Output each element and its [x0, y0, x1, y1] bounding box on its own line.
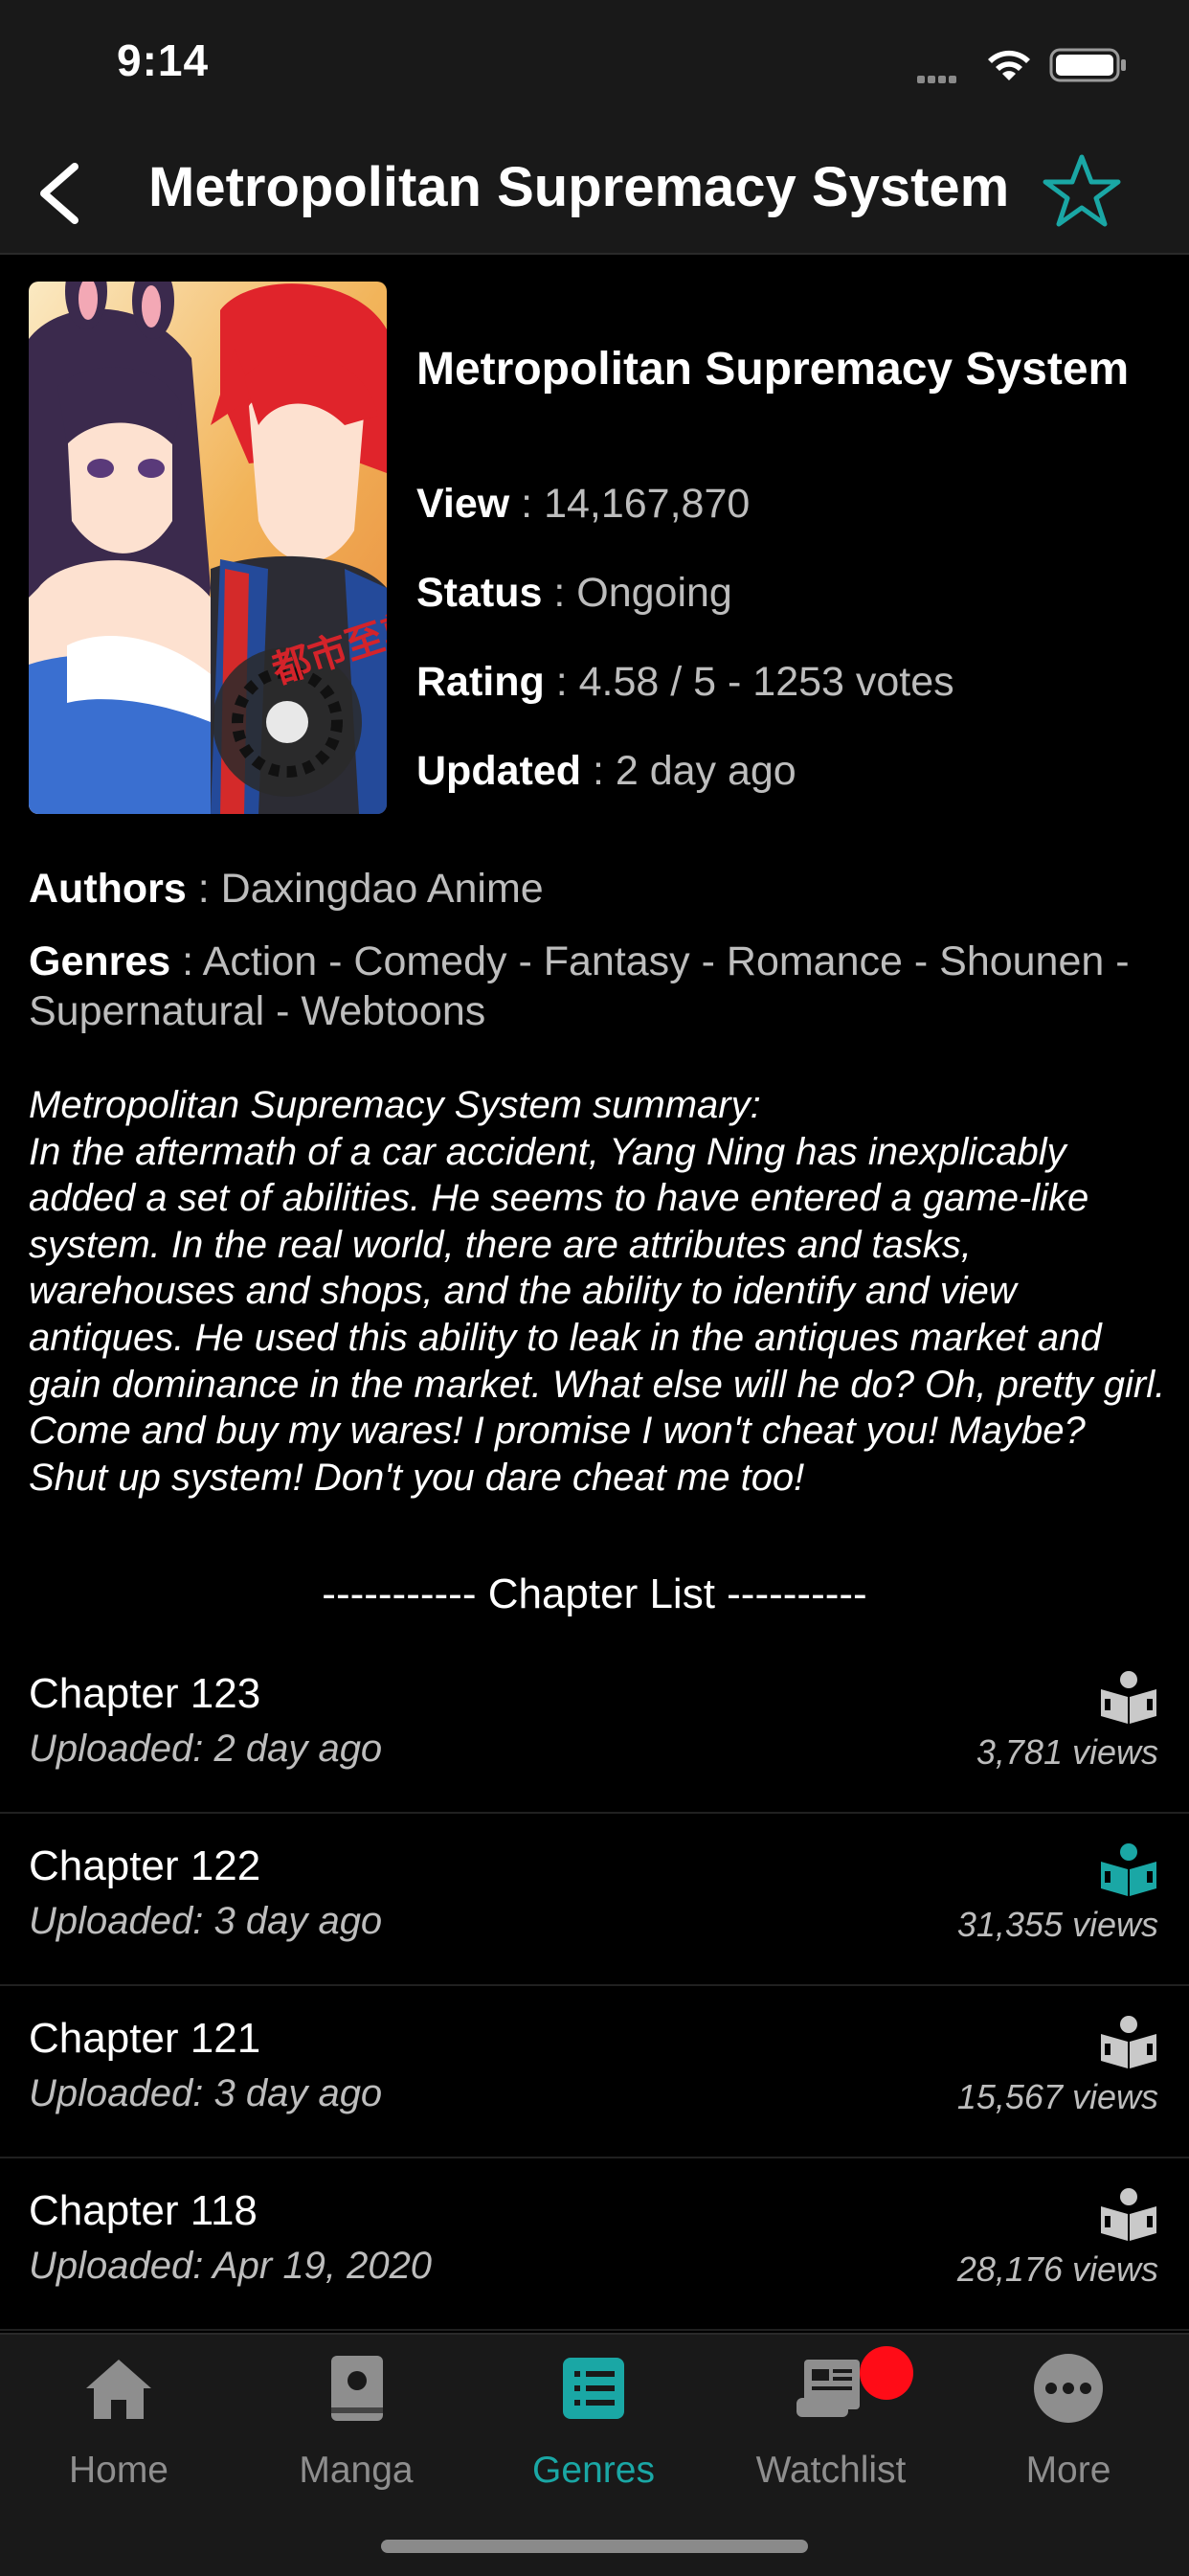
- summary-heading: Metropolitan Supremacy System summary:: [29, 1084, 761, 1126]
- status-label: Status: [416, 570, 543, 616]
- tab-manga[interactable]: Manga: [237, 2335, 475, 2526]
- chapter-row[interactable]: Chapter 121 Uploaded: 3 day ago 15,567 v…: [0, 1986, 1189, 2158]
- chapter-views: 28,176 views: [956, 2249, 1158, 2289]
- favorite-star-button[interactable]: [1040, 149, 1124, 234]
- chapter-row[interactable]: Chapter 122 Uploaded: 3 day ago 31,355 v…: [0, 1814, 1189, 1986]
- chapter-title: Chapter 118: [29, 2187, 258, 2234]
- chapter-views: 15,567 views: [956, 2077, 1158, 2116]
- rating-row: Rating : 4.58 / 5 - 1253 votes: [416, 659, 954, 705]
- chapter-upload-date: Uploaded: Apr 19, 2020: [29, 2245, 433, 2287]
- home-indicator: [381, 2540, 808, 2553]
- chapter-upload-date: Uploaded: 3 day ago: [29, 2072, 383, 2114]
- chapter-upload-date: Uploaded: 3 day ago: [29, 1900, 383, 1942]
- book-reader-icon: [1101, 2188, 1156, 2241]
- status-value: Ongoing: [576, 570, 732, 616]
- status-row: Status : Ongoing: [416, 570, 732, 616]
- manga-book-icon: [331, 2356, 383, 2421]
- tab-genres[interactable]: Genres: [475, 2335, 712, 2526]
- authors-label: Authors: [29, 866, 187, 912]
- watchlist-icon: [796, 2360, 860, 2417]
- view-label: View: [416, 481, 510, 527]
- chapter-views: 3,781 views: [976, 1732, 1158, 1772]
- wifi-icon: [988, 50, 1030, 80]
- tab-label: Home: [68, 2450, 169, 2491]
- view-value: 14,167,870: [544, 481, 751, 527]
- genres-row: Genres : Action - Comedy - Fantasy - Rom…: [29, 938, 1130, 1034]
- updated-label: Updated: [416, 748, 581, 794]
- status-bar: 9:14: [0, 0, 1189, 134]
- tab-watchlist[interactable]: Watchlist: [712, 2335, 950, 2526]
- signal-icon: [917, 71, 959, 88]
- tab-bar: Home Manga Genres Watchlist More: [0, 2333, 1189, 2576]
- chapter-upload-date: Uploaded: 2 day ago: [29, 1728, 383, 1770]
- tab-label: Genres: [532, 2450, 655, 2491]
- manga-cover-image: 都市至尊系统: [29, 282, 387, 814]
- chapter-title: Chapter 122: [29, 1842, 261, 1889]
- summary-text: In the aftermath of a car accident, Yang…: [29, 1130, 1166, 1499]
- genres-value: Action - Comedy - Fantasy - Romance - Sh…: [29, 938, 1130, 1034]
- tab-label: Watchlist: [755, 2450, 907, 2491]
- summary: Metropolitan Supremacy System summary: I…: [29, 1082, 1168, 1501]
- authors-row: Authors : Daxingdao Anime: [29, 866, 544, 912]
- status-time: 9:14: [117, 35, 210, 85]
- rating-value: 4.58 / 5 - 1253 votes: [578, 659, 954, 705]
- genres-list-icon: [563, 2358, 624, 2419]
- chapter-views: 31,355 views: [956, 1905, 1158, 1944]
- tab-home[interactable]: Home: [0, 2335, 237, 2526]
- manga-title: Metropolitan Supremacy System: [416, 344, 1130, 395]
- more-icon: [1034, 2354, 1103, 2423]
- view-count-row: View : 14,167,870: [416, 481, 751, 527]
- navigation-bar: Metropolitan Supremacy System: [0, 134, 1189, 255]
- chapter-title: Chapter 123: [29, 1670, 261, 1717]
- tab-more[interactable]: More: [950, 2335, 1187, 2526]
- battery-icon: [1049, 48, 1126, 82]
- authors-value: Daxingdao Anime: [220, 866, 544, 912]
- chapter-row[interactable]: Chapter 118 Uploaded: Apr 19, 2020 28,17…: [0, 2158, 1189, 2331]
- notification-badge: [860, 2346, 913, 2400]
- book-reader-icon: [1101, 1671, 1156, 1724]
- genres-label: Genres: [29, 938, 171, 984]
- chapter-list-header: ----------- Chapter List ----------: [322, 1570, 867, 1617]
- updated-row: Updated : 2 day ago: [416, 748, 796, 794]
- book-reader-icon: [1101, 1843, 1156, 1896]
- page-title: Metropolitan Supremacy System: [148, 156, 1010, 218]
- back-button[interactable]: [29, 157, 96, 230]
- rating-label: Rating: [416, 659, 545, 705]
- chapter-title: Chapter 121: [29, 2015, 261, 2062]
- updated-value: 2 day ago: [615, 748, 796, 794]
- book-reader-icon: [1101, 2016, 1156, 2068]
- tab-label: More: [1025, 2450, 1111, 2491]
- chapter-row[interactable]: Chapter 123 Uploaded: 2 day ago 3,781 vi…: [0, 1641, 1189, 1814]
- tab-label: Manga: [299, 2450, 414, 2491]
- home-icon: [86, 2360, 151, 2419]
